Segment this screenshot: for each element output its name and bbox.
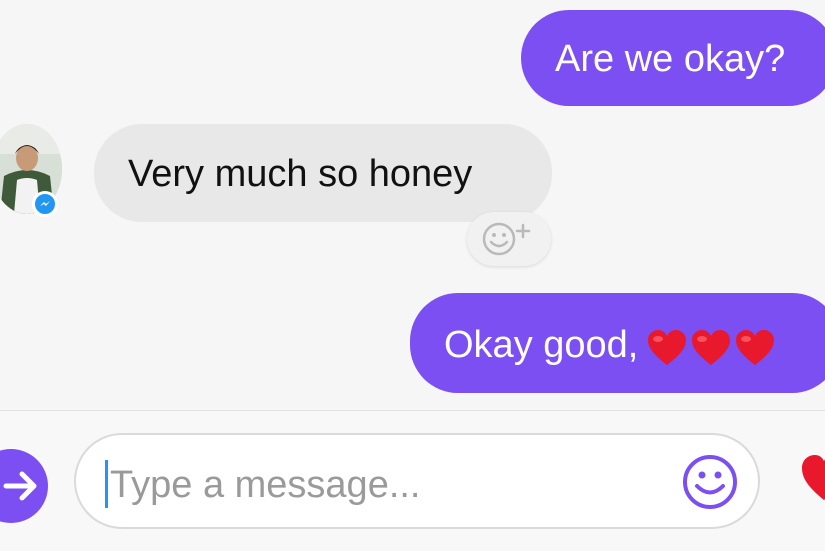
add-reaction-icon: [482, 222, 531, 256]
heart-icon: [736, 329, 775, 365]
conversation-area: Are we okay? Very much so honey Okay goo…: [0, 0, 825, 410]
add-reaction-button[interactable]: [467, 212, 551, 266]
message-input-placeholder: Type a message...: [110, 464, 421, 506]
heart-icon: [802, 455, 825, 500]
message-text: Okay good,: [444, 324, 639, 366]
message-bubble-incoming[interactable]: Very much so honey: [94, 124, 552, 222]
emoji-button[interactable]: [681, 453, 739, 511]
message-text: Very much so honey: [128, 153, 473, 195]
arrow-right-icon: [3, 471, 37, 501]
heart-icon: [648, 329, 687, 365]
send-button[interactable]: [0, 449, 48, 523]
messenger-icon: [32, 191, 58, 217]
message-text: Are we okay?: [555, 38, 786, 80]
heart-icon: [692, 329, 731, 365]
smiley-icon: [683, 455, 737, 509]
message-bubble-outgoing[interactable]: Okay good,: [410, 293, 825, 393]
heart-emojis: [646, 327, 778, 367]
send-heart-button[interactable]: [799, 452, 825, 504]
text-cursor: [105, 460, 108, 508]
message-bubble-outgoing[interactable]: Are we okay?: [521, 10, 825, 106]
